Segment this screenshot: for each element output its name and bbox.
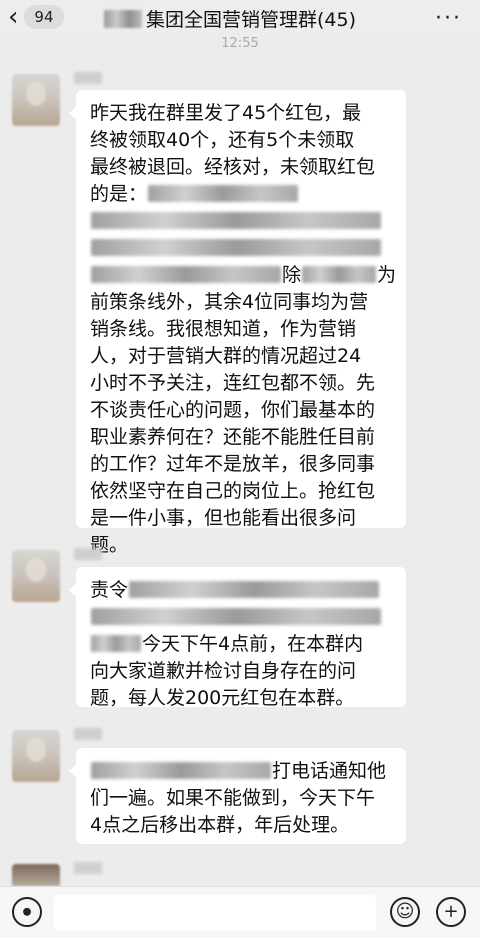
more-options-button[interactable]: ···	[435, 6, 462, 31]
input-bar: ⦁ ☺ +	[0, 886, 480, 938]
avatar[interactable]	[12, 550, 60, 602]
message-line: 是一件小事，但也能看出很多问	[90, 507, 357, 529]
message-line: 向大家道歉并检讨自身存在的问	[90, 660, 357, 682]
back-button[interactable]: ‹ 94	[8, 3, 78, 31]
message-line: 终被领取40个，还有5个未领取	[90, 129, 355, 151]
sender-name-redacted	[74, 728, 102, 740]
message-line: 4点之后移出本群，年后处理。	[90, 814, 350, 836]
message-line: 打电话通知他	[90, 758, 392, 785]
message-line: 今天下午4点前，在本群内	[90, 631, 392, 658]
sender-name-redacted	[74, 72, 102, 84]
redacted-text	[91, 762, 271, 779]
message-line: 的是：	[90, 181, 392, 208]
unread-count-badge: 94	[24, 5, 64, 29]
message-line: 最终被退回。经核对，未领取红包	[90, 156, 376, 178]
message-line: 题，每人发200元红包在本群。	[90, 687, 355, 709]
chat-header: ‹ 94 集团全国营销管理群(45) ···	[0, 0, 480, 34]
message-line: 不谈责任心的问题，你们最基本的	[90, 399, 376, 421]
message-line	[90, 604, 392, 631]
message-line	[90, 235, 392, 262]
message-line: 销条线。我很想知道，作为营销	[90, 318, 357, 340]
message-line: 责令	[90, 577, 392, 604]
message-line: 人，对于营销大群的情况超过24	[90, 345, 362, 367]
message-bubble[interactable]: 责令 今天下午4点前，在本群内 向大家道歉并检讨自身存在的问 题，每人发200元…	[69, 567, 406, 709]
message-line: 职业素养何在？还能不能胜任目前	[90, 426, 376, 448]
redacted-text	[129, 581, 380, 598]
redacted-text	[91, 266, 281, 283]
message-bubble[interactable]: 昨天我在群里发了45个红包，最 终被领取40个，还有5个未领取 最终被退回。经核…	[69, 90, 406, 556]
message-line: 题。	[90, 534, 129, 556]
redacted-text	[148, 185, 299, 202]
voice-icon[interactable]: ⦁	[12, 897, 42, 927]
emoji-icon[interactable]: ☺	[390, 897, 420, 927]
redacted-title-prefix	[104, 9, 142, 28]
message-line: 们一遍。如果不能做到，今天下午	[90, 787, 376, 809]
avatar[interactable]	[12, 730, 60, 782]
sender-name-redacted	[74, 862, 102, 874]
sender-name-redacted	[74, 548, 102, 560]
message-line: 依然坚守在自己的岗位上。抢红包	[90, 480, 376, 502]
message-bubble[interactable]: 打电话通知他 们一遍。如果不能做到，今天下午 4点之后移出本群，年后处理。	[69, 748, 406, 844]
message-line: 除为	[90, 262, 396, 289]
message-timestamp: 12:55	[221, 36, 259, 51]
message-line	[90, 208, 392, 235]
avatar[interactable]	[12, 74, 60, 126]
chat-title-text: 集团全国营销管理群(45)	[146, 9, 357, 31]
message-input[interactable]	[54, 895, 376, 931]
redacted-text	[91, 239, 381, 256]
message-line: 小时不予关注，连红包都不领。先	[90, 372, 376, 394]
plus-icon[interactable]: +	[436, 897, 466, 927]
redacted-text	[302, 266, 377, 283]
message-line: 前策条线外，其余4位同事均为营	[90, 291, 369, 313]
message-line: 昨天我在群里发了45个红包，最	[90, 102, 362, 124]
message-line: 的工作？过年不是放羊，很多同事	[90, 453, 376, 475]
avatar[interactable]	[12, 864, 60, 886]
chat-title: 集团全国营销管理群(45)	[104, 5, 404, 32]
redacted-text	[91, 212, 381, 229]
redacted-text	[91, 608, 381, 625]
redacted-text	[91, 635, 141, 652]
chevron-left-icon: ‹	[8, 2, 19, 32]
